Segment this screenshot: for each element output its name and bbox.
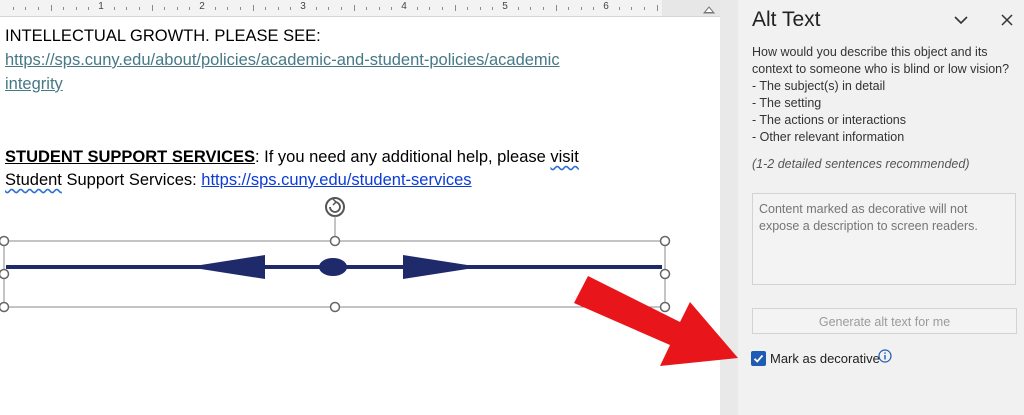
close-icon[interactable] bbox=[995, 9, 1019, 31]
pane-question-line: context to someone who is blind or low v… bbox=[752, 62, 1010, 76]
ruler-tick bbox=[593, 7, 595, 10]
ruler-tick bbox=[542, 7, 544, 10]
ruler-tick bbox=[126, 7, 128, 10]
ruler-tick bbox=[277, 7, 279, 10]
ruler-tick bbox=[239, 7, 241, 10]
pane-bullet: - The setting bbox=[752, 96, 822, 110]
ruler-number: 5 bbox=[502, 1, 508, 12]
resize-handle[interactable] bbox=[659, 235, 671, 247]
ruler-tick bbox=[568, 7, 570, 10]
rotate-handle-icon[interactable] bbox=[325, 197, 345, 240]
pane-title: Alt Text bbox=[752, 8, 821, 31]
ruler-tick bbox=[12, 7, 14, 10]
ruler-tick bbox=[517, 7, 519, 10]
ruler-tick bbox=[164, 7, 166, 10]
ruler-tick bbox=[378, 7, 380, 10]
ruler-tick bbox=[113, 7, 115, 10]
ruler-tick bbox=[366, 7, 368, 10]
ruler-tick bbox=[340, 7, 342, 10]
ruler-tick bbox=[63, 7, 65, 10]
spellcheck-flagged-word[interactable]: Student bbox=[5, 171, 62, 189]
document-text-line: INTELLECTUAL GROWTH. PLEASE SEE: bbox=[5, 27, 321, 45]
ruler-tick bbox=[315, 7, 317, 10]
recommend-note: (1-2 detailed sentences recommended) bbox=[752, 157, 970, 171]
ruler-tick bbox=[391, 7, 393, 10]
info-icon[interactable] bbox=[878, 349, 892, 363]
ruler-tick bbox=[75, 7, 77, 10]
support-text: Support Services: bbox=[61, 171, 202, 189]
pane-bullet: - The actions or interactions bbox=[752, 113, 907, 127]
ruler-tick bbox=[214, 7, 216, 10]
ruler-tick bbox=[656, 5, 658, 11]
horizontal-ruler[interactable]: 1 2 3 4 5 6 bbox=[0, 0, 720, 17]
link-text[interactable]: integrity bbox=[5, 75, 63, 93]
ruler-tick bbox=[416, 7, 418, 10]
student-services-link[interactable]: https://sps.cuny.edu/student-services bbox=[201, 171, 471, 189]
resize-handle[interactable] bbox=[0, 268, 10, 280]
ruler-tick bbox=[50, 5, 52, 11]
ruler-tick bbox=[643, 7, 645, 10]
resize-handle[interactable] bbox=[0, 235, 10, 247]
ruler-tick bbox=[631, 7, 633, 10]
pane-bullet: - The subject(s) in detail bbox=[752, 79, 886, 93]
red-callout-arrow bbox=[574, 276, 738, 366]
ruler-tick bbox=[176, 7, 178, 10]
ruler-tick bbox=[151, 5, 153, 11]
support-paragraph-line2: Student Support Services: https://sps.cu… bbox=[5, 171, 472, 190]
ruler-number: 2 bbox=[199, 1, 205, 12]
support-paragraph-line1: STUDENT SUPPORT SERVICES: If you need an… bbox=[5, 148, 579, 167]
ruler-tick bbox=[189, 7, 191, 10]
ruler-tick bbox=[227, 7, 229, 10]
ruler-tick bbox=[37, 7, 39, 10]
ruler-tick bbox=[290, 7, 292, 10]
link-text[interactable]: https://sps.cuny.edu/about/policies/acad… bbox=[5, 51, 560, 69]
spellcheck-flagged-word[interactable]: visit bbox=[550, 148, 578, 166]
ruler-tick bbox=[479, 7, 481, 10]
ruler-tick bbox=[429, 7, 431, 10]
collapse-chevron-icon[interactable] bbox=[948, 9, 974, 31]
ruler-tick bbox=[138, 7, 140, 10]
ruler-tick bbox=[441, 7, 443, 10]
academic-integrity-link-continued[interactable]: integrity bbox=[5, 75, 63, 94]
resize-handle[interactable] bbox=[329, 301, 341, 313]
ruler-tick bbox=[580, 7, 582, 10]
ruler-tick bbox=[454, 5, 456, 11]
indent-marker-icon[interactable] bbox=[703, 4, 715, 14]
ruler-tick bbox=[25, 7, 27, 10]
mark-as-decorative-label[interactable]: Mark as decorative bbox=[770, 351, 880, 366]
alt-text-input[interactable] bbox=[752, 193, 1016, 285]
check-icon bbox=[753, 354, 764, 363]
ruler-number: 6 bbox=[603, 1, 609, 12]
ruler-tick bbox=[618, 7, 620, 10]
support-heading: STUDENT SUPPORT SERVICES bbox=[5, 148, 255, 166]
ruler-tick bbox=[530, 7, 532, 10]
ruler-number: 3 bbox=[300, 1, 306, 12]
ruler-tick bbox=[265, 7, 267, 10]
mark-as-decorative-checkbox[interactable] bbox=[751, 351, 766, 366]
ruler-tick bbox=[492, 7, 494, 10]
academic-integrity-link[interactable]: https://sps.cuny.edu/about/policies/acad… bbox=[5, 51, 560, 70]
ruler-number: 4 bbox=[401, 1, 407, 12]
resize-handle[interactable] bbox=[0, 301, 10, 313]
support-text: : If you need any additional help, pleas… bbox=[255, 148, 551, 166]
ruler-tick bbox=[88, 7, 90, 10]
ruler-tick bbox=[555, 5, 557, 11]
pane-bullet: - Other relevant information bbox=[752, 130, 905, 144]
ruler-tick bbox=[467, 7, 469, 10]
ruler-tick bbox=[353, 5, 355, 11]
ruler-number: 1 bbox=[98, 1, 104, 12]
pane-question-line: How would you describe this object and i… bbox=[752, 45, 988, 59]
ruler-tick bbox=[328, 7, 330, 10]
ruler-tick bbox=[252, 5, 254, 11]
resize-handle[interactable] bbox=[329, 235, 341, 247]
generate-alt-text-button[interactable]: Generate alt text for me bbox=[752, 308, 1017, 334]
